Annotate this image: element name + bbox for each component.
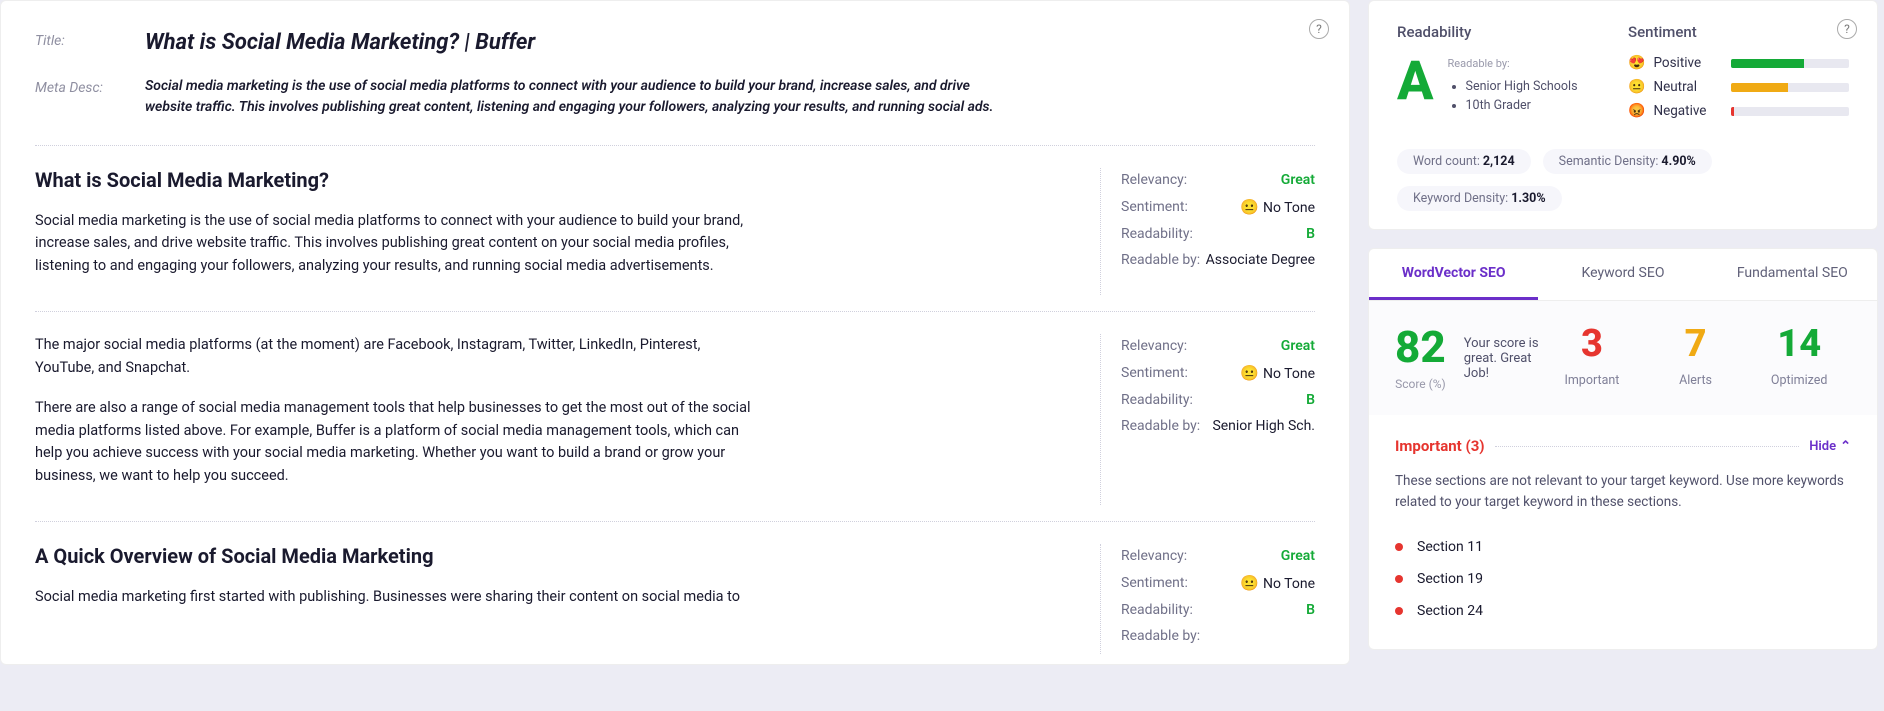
- important-description: These sections are not relevant to your …: [1395, 471, 1851, 513]
- help-icon[interactable]: ?: [1837, 19, 1857, 39]
- readability-grade: A: [1397, 55, 1434, 109]
- section-metrics: Relevancy:Great Sentiment:😐No Tone Reada…: [1100, 334, 1315, 505]
- section-metrics: Relevancy:Great Sentiment:😐No Tone Reada…: [1100, 544, 1315, 654]
- content-section: The major social media platforms (at the…: [1, 318, 1349, 515]
- important-title: Important (3): [1395, 437, 1485, 455]
- content-section: What is Social Media Marketing? Social me…: [1, 152, 1349, 305]
- seo-score: 82: [1395, 325, 1446, 369]
- bullet-icon: [1395, 575, 1403, 583]
- sentiment-title: Sentiment: [1628, 23, 1849, 41]
- meta-description: Social media marketing is the use of soc…: [145, 76, 1015, 119]
- tab-keyword seo[interactable]: Keyword SEO: [1538, 249, 1707, 300]
- content-section: A Quick Overview of Social Media Marketi…: [1, 528, 1349, 664]
- semantic-density-pill: Semantic Density:4.90%: [1543, 149, 1712, 174]
- bullet-icon: [1395, 607, 1403, 615]
- section-paragraph: There are also a range of social media m…: [35, 397, 755, 487]
- chevron-up-icon: ⌃: [1840, 439, 1851, 454]
- word-count-pill: Word count:2,124: [1397, 149, 1531, 174]
- insights-card: ? Readability A Readable by: Senior High…: [1368, 0, 1878, 230]
- seo-tabs: WordVector SEOKeyword SEOFundamental SEO: [1369, 249, 1877, 301]
- readability-title: Readability: [1397, 23, 1618, 41]
- hide-toggle[interactable]: Hide⌃: [1809, 439, 1851, 454]
- bullet-icon: [1395, 543, 1403, 551]
- tab-wordvector seo[interactable]: WordVector SEO: [1369, 249, 1538, 300]
- important-item[interactable]: Section 11: [1395, 531, 1851, 563]
- section-heading: A Quick Overview of Social Media Marketi…: [35, 544, 1080, 568]
- important-item[interactable]: Section 24: [1395, 595, 1851, 627]
- page-title: What is Social Media Marketing? | Buffer: [145, 29, 535, 58]
- section-paragraph: Social media marketing is the use of soc…: [35, 210, 755, 277]
- title-label: Title:: [35, 29, 145, 49]
- keyword-density-pill: Keyword Density:1.30%: [1397, 186, 1562, 211]
- tab-fundamental seo[interactable]: Fundamental SEO: [1708, 249, 1877, 300]
- section-heading: What is Social Media Marketing?: [35, 168, 1080, 192]
- readability-level: 10th Grader: [1466, 96, 1578, 115]
- seo-scores-card: WordVector SEOKeyword SEOFundamental SEO…: [1368, 248, 1878, 650]
- readability-level: Senior High Schools: [1466, 77, 1578, 96]
- section-paragraph: The major social media platforms (at the…: [35, 334, 755, 379]
- section-paragraph: Social media marketing first started wit…: [35, 586, 755, 608]
- sentiment-block: Sentiment 😍Positive 😐Neutral 😡Negative: [1628, 23, 1849, 127]
- readability-block: Readability A Readable by: Senior High S…: [1397, 23, 1618, 127]
- content-analysis-panel: ? Title: What is Social Media Marketing?…: [0, 0, 1350, 665]
- important-item[interactable]: Section 19: [1395, 563, 1851, 595]
- score-message: Your score is great. Great Job!: [1464, 336, 1540, 381]
- readable-by-label: Readable by:: [1448, 57, 1510, 70]
- section-metrics: Relevancy:Great Sentiment:😐No Tone Reada…: [1100, 168, 1315, 295]
- meta-label: Meta Desc:: [35, 76, 145, 96]
